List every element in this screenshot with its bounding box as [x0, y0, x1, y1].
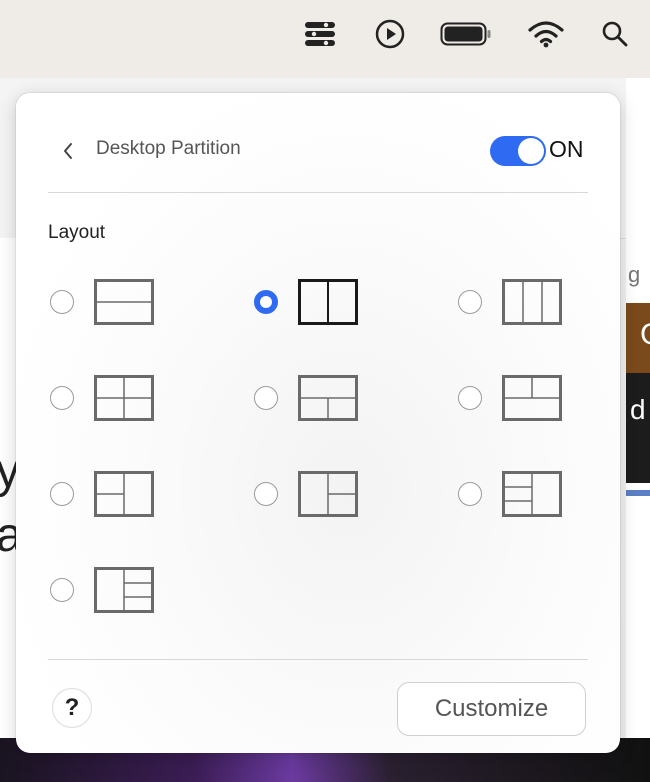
radio-left-two-right-one[interactable] — [50, 482, 74, 506]
radio-two-columns[interactable] — [254, 290, 278, 314]
layout-left-two-right-one-icon[interactable] — [94, 471, 154, 517]
layout-left-three-right-one-icon[interactable] — [502, 471, 562, 517]
radio-left-three-right-one[interactable] — [458, 482, 482, 506]
toggle-label: ON — [549, 136, 584, 162]
background-letter-g: g — [628, 262, 641, 287]
background-letter-d: d — [630, 394, 646, 425]
footer-divider — [48, 659, 588, 660]
background-letter-c: C — [640, 318, 650, 352]
menu-bar — [0, 0, 650, 78]
layout-top-two-bottom-one-icon[interactable] — [502, 375, 562, 421]
toggle-knob — [518, 138, 544, 164]
layout-left-one-right-two-icon[interactable] — [298, 471, 358, 517]
background-blue-line — [626, 490, 650, 496]
radio-four-grid[interactable] — [50, 386, 74, 410]
control-center-icon[interactable] — [304, 16, 336, 52]
layout-two-columns-icon[interactable] — [298, 279, 358, 325]
layout-section-label: Layout — [48, 222, 106, 243]
layout-left-one-right-three-icon[interactable] — [94, 567, 154, 613]
radio-two-rows[interactable] — [50, 290, 74, 314]
chevron-left-icon — [64, 143, 72, 159]
battery-icon[interactable] — [440, 16, 492, 52]
radio-top-one-bottom-two[interactable] — [254, 386, 278, 410]
layout-top-one-bottom-two-icon[interactable] — [298, 375, 358, 421]
layout-four-grid-icon[interactable] — [94, 375, 154, 421]
layout-three-columns-icon[interactable] — [502, 279, 562, 325]
help-button[interactable]: ? — [52, 688, 92, 728]
search-icon[interactable] — [600, 16, 630, 52]
radio-three-columns[interactable] — [458, 290, 482, 314]
play-icon[interactable] — [374, 16, 406, 52]
layout-two-rows-icon[interactable] — [94, 279, 154, 325]
background-dark-block — [626, 373, 650, 483]
panel-title: Desktop Partition — [96, 138, 241, 159]
wifi-icon[interactable] — [528, 16, 564, 52]
customize-button[interactable]: Customize — [397, 682, 586, 736]
radio-top-two-bottom-one[interactable] — [458, 386, 482, 410]
back-button[interactable] — [56, 137, 80, 165]
radio-left-one-right-three[interactable] — [50, 578, 74, 602]
header-divider — [48, 192, 588, 193]
radio-left-one-right-two[interactable] — [254, 482, 278, 506]
partition-toggle[interactable] — [490, 136, 546, 166]
